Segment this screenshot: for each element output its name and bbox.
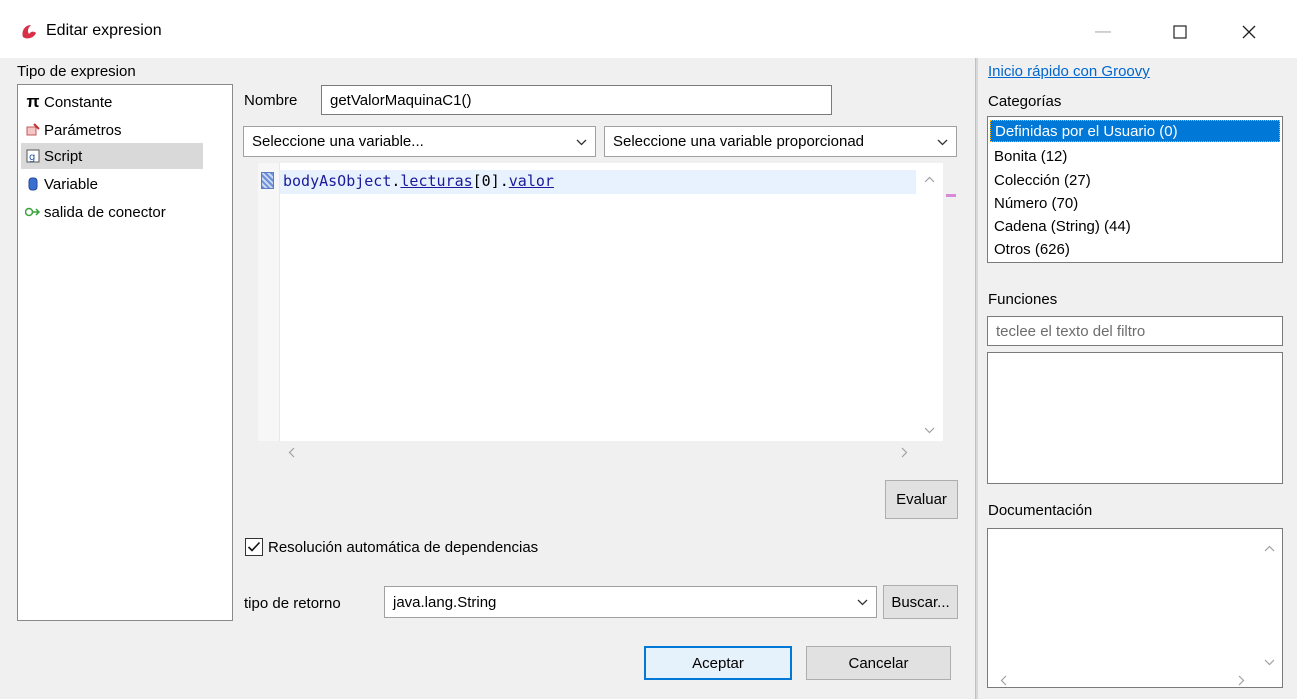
type-item-label: Script [44, 147, 83, 165]
category-item[interactable]: Cadena (String) (44) [990, 215, 1280, 237]
window-title: Editar expresion [46, 22, 162, 39]
editor-gutter [258, 163, 280, 441]
functions-heading: Funciones [988, 291, 1058, 308]
groovy-quickstart-link[interactable]: Inicio rápido con Groovy [988, 63, 1150, 80]
code-token: valor [508, 172, 554, 190]
scroll-right-icon[interactable] [1238, 673, 1245, 690]
name-input[interactable]: getValorMaquinaC1() [321, 85, 832, 115]
provided-variable-select[interactable]: Seleccione una variable proporcionad [604, 126, 957, 157]
code-token: . [499, 172, 509, 190]
return-type-combo[interactable]: java.lang.String [384, 586, 877, 618]
return-type-label: tipo de retorno [244, 595, 341, 612]
auto-dependencies-label: Resolución automática de dependencias [268, 539, 539, 556]
documentation-heading: Documentación [988, 502, 1093, 519]
return-type-value: java.lang.String [393, 593, 497, 611]
type-item-constante[interactable]: π Constante [21, 89, 203, 115]
bonita-app-icon [20, 22, 38, 40]
categories-list: Definidas por el Usuario (0) Bonita (12)… [987, 116, 1283, 263]
script-editor[interactable]: bodyAsObject.lecturas[0].valor [258, 163, 943, 463]
minimize-icon[interactable]: — [1080, 14, 1126, 50]
category-item[interactable]: Otros (626) [990, 238, 1280, 260]
cancel-button[interactable]: Cancelar [806, 646, 951, 680]
chevron-down-icon [937, 135, 948, 149]
variable-select[interactable]: Seleccione una variable... [243, 126, 596, 157]
code-token: lecturas [400, 172, 473, 190]
documentation-area[interactable] [987, 528, 1283, 688]
category-item[interactable]: Número (70) [990, 192, 1280, 214]
script-code[interactable]: bodyAsObject.lecturas[0].valor [283, 172, 554, 190]
category-item[interactable]: Definidas por el Usuario (0) [990, 120, 1280, 142]
scroll-left-icon[interactable] [1000, 673, 1007, 690]
evaluate-button[interactable]: Evaluar [885, 480, 958, 519]
variable-icon [25, 176, 41, 192]
filter-placeholder: teclee el texto del filtro [996, 322, 1146, 340]
quick-diff-marker-icon [261, 172, 274, 189]
chevron-down-icon [857, 595, 868, 609]
variable-select-value: Seleccione una variable... [252, 133, 424, 150]
provided-variable-select-value: Seleccione una variable proporcionad [613, 133, 865, 150]
connector-output-icon [25, 204, 41, 220]
functions-list[interactable] [987, 352, 1283, 484]
horizontal-scrollbar[interactable] [258, 441, 943, 463]
type-item-label: salida de conector [44, 203, 166, 221]
close-icon[interactable] [1226, 14, 1272, 50]
scroll-left-icon[interactable] [288, 447, 295, 461]
type-item-script[interactable]: g Script [21, 143, 203, 169]
type-item-label: Constante [44, 93, 113, 111]
maximize-icon[interactable] [1157, 14, 1203, 50]
code-token: bodyAsObject [283, 172, 392, 190]
function-filter-input[interactable]: teclee el texto del filtro [987, 316, 1283, 346]
auto-dependencies-checkbox[interactable] [245, 538, 263, 556]
category-item[interactable]: Colección (27) [990, 169, 1280, 191]
type-item-label: Parámetros [44, 121, 122, 139]
expression-type-heading: Tipo de expresion [17, 63, 136, 80]
type-item-label: Variable [44, 175, 98, 193]
search-type-button[interactable]: Buscar... [883, 585, 958, 619]
scroll-down-icon[interactable] [924, 423, 935, 437]
type-item-salida-de-conector[interactable]: salida de conector [21, 199, 203, 225]
scroll-up-icon[interactable] [924, 172, 935, 186]
category-item[interactable]: Bonita (12) [990, 145, 1280, 167]
type-item-parametros[interactable]: Parámetros [21, 117, 203, 143]
ok-button[interactable]: Aceptar [644, 646, 792, 680]
categories-heading: Categorías [988, 93, 1062, 110]
expression-type-list: π Constante Parámetros g Script Variable… [17, 84, 233, 621]
scroll-right-icon[interactable] [901, 447, 908, 461]
pi-icon: π [26, 92, 40, 111]
parameters-icon [25, 122, 41, 138]
name-label: Nombre [244, 92, 298, 109]
overview-ruler-marker[interactable] [946, 194, 956, 197]
svg-text:g: g [29, 152, 35, 163]
chevron-down-icon [576, 135, 587, 149]
script-icon: g [25, 148, 41, 164]
code-token: [0] [472, 172, 500, 190]
scroll-down-icon[interactable] [1264, 653, 1275, 670]
type-item-variable[interactable]: Variable [21, 171, 203, 197]
scroll-up-icon[interactable] [1264, 539, 1275, 556]
